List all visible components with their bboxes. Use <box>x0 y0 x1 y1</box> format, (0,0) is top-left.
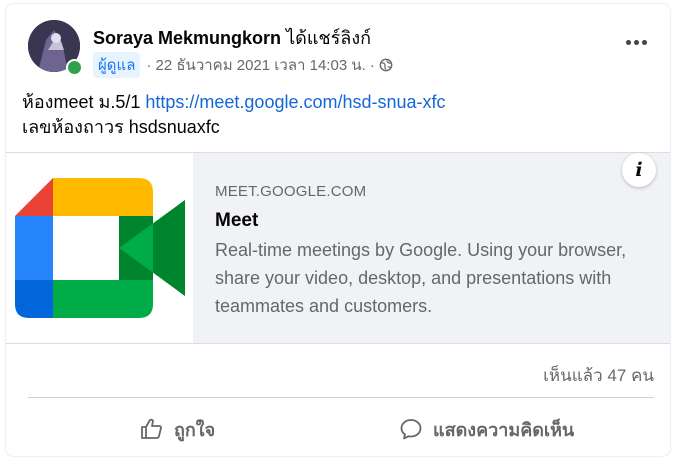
preview-description: Real-time meetings by Google. Using your… <box>215 240 627 316</box>
post-action-text: ได้แชร์ลิงก์ <box>286 28 372 48</box>
more-options-button[interactable] <box>620 32 652 52</box>
comment-label: แสดงความคิดเห็น <box>433 419 575 440</box>
author-line: Soraya Mekmungkorn ได้แชร์ลิงก์ <box>93 23 371 52</box>
post-room-text: ห้องmeet ม.5/1 <box>22 92 146 112</box>
like-label: ถูกใจ <box>174 419 216 440</box>
comment-icon <box>400 419 422 440</box>
link-preview[interactable]: MEET.GOOGLE.COM Meet Real-time meetings … <box>6 152 670 344</box>
divider <box>28 397 654 398</box>
post-line-2: เลขห้องถาวร hsdsnuaxfc <box>22 117 220 137</box>
meet-link[interactable]: https://meet.google.com/hsd-snua-xfc <box>145 92 445 112</box>
author-name[interactable]: Soraya Mekmungkorn <box>93 28 281 48</box>
dot-icon <box>641 39 647 45</box>
preview-text: MEET.GOOGLE.COM Meet Real-time meetings … <box>215 183 635 320</box>
post-line-1: ห้องmeet ม.5/1 https://meet.google.com/h… <box>22 90 446 115</box>
thumbs-up-icon <box>141 418 162 439</box>
view-count[interactable]: เห็นแล้ว 47 คน <box>543 362 654 389</box>
post-card: Soraya Mekmungkorn ได้แชร์ลิงก์ ผู้ดูแล … <box>6 4 670 456</box>
post-timestamp[interactable]: · 22 ธันวาคม 2021 เวลา 14:03 น. · <box>146 53 375 77</box>
dot-icon <box>633 39 639 45</box>
dot-icon <box>625 39 631 45</box>
info-button[interactable]: i <box>622 153 656 187</box>
online-status-dot <box>66 59 83 76</box>
comment-button[interactable]: แสดงความคิดเห็น <box>399 412 574 446</box>
preview-thumbnail <box>6 153 193 343</box>
globe-icon <box>379 58 393 72</box>
post-body: ห้องmeet ม.5/1 https://meet.google.com/h… <box>22 90 446 140</box>
preview-domain: MEET.GOOGLE.COM <box>215 183 367 200</box>
like-button[interactable]: ถูกใจ <box>140 412 215 446</box>
admin-badge[interactable]: ผู้ดูแล <box>93 52 141 78</box>
google-meet-logo-icon <box>14 178 185 318</box>
preview-title[interactable]: Meet <box>215 210 635 232</box>
post-meta: ผู้ดูแล · 22 ธันวาคม 2021 เวลา 14:03 น. … <box>93 52 393 78</box>
